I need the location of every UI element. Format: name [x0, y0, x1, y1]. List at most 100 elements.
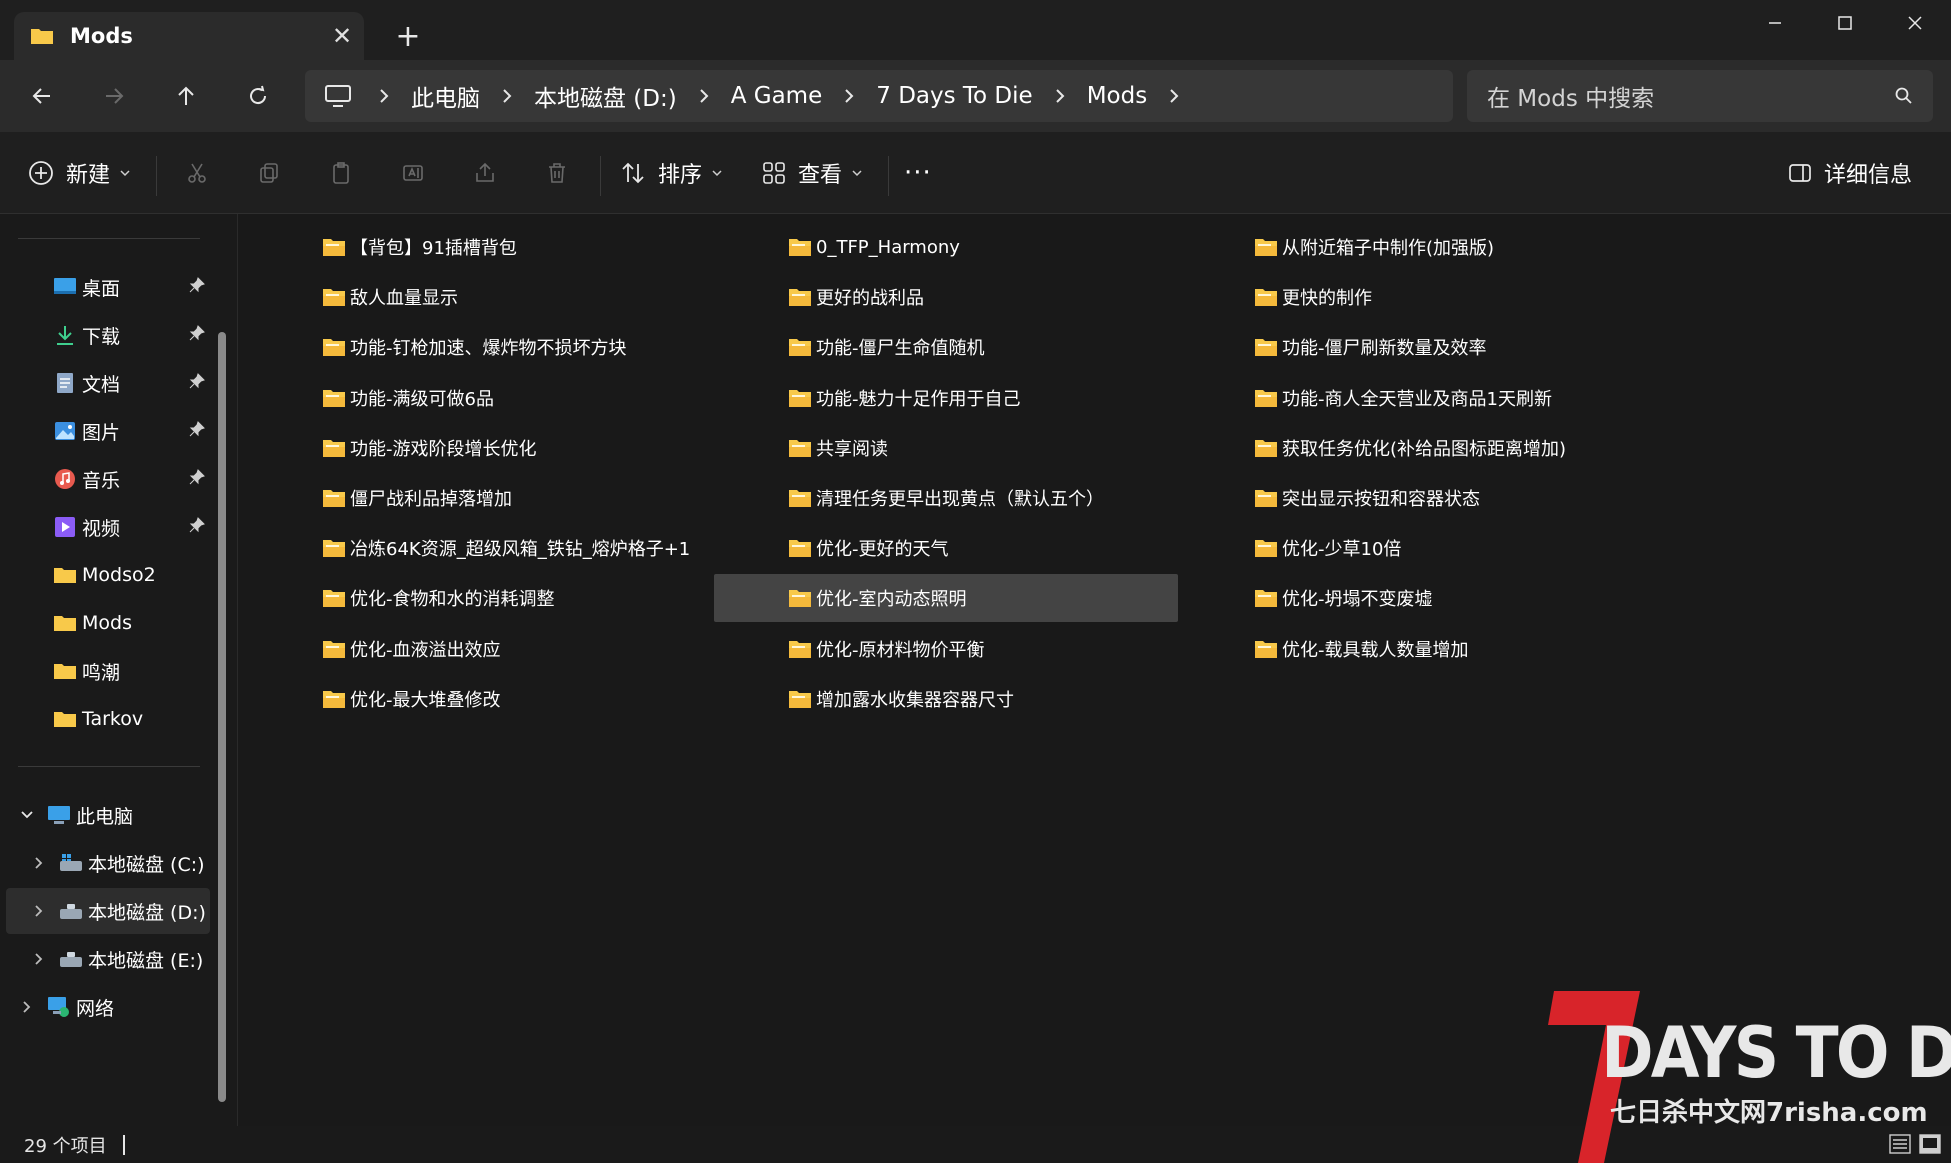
new-tab-button[interactable]: +: [388, 16, 428, 56]
pin-icon[interactable]: [188, 516, 206, 534]
sidebar-item-this-pc[interactable]: 此电脑: [6, 792, 210, 838]
status-bar: 29 个项目: [0, 1126, 1951, 1163]
close-window-button[interactable]: [1880, 0, 1950, 46]
chevron-right-icon[interactable]: [16, 1000, 38, 1014]
sidebar-item-drive-c[interactable]: 本地磁盘 (C:): [6, 840, 210, 886]
rename-button[interactable]: [390, 150, 436, 196]
large-icons-view-icon[interactable]: [1919, 1134, 1941, 1154]
sidebar-item-tarkov[interactable]: Tarkov: [6, 696, 210, 742]
sidebar-item-music[interactable]: 音乐: [6, 456, 210, 502]
sidebar-item-pictures[interactable]: 图片: [6, 408, 210, 454]
pin-icon[interactable]: [188, 324, 206, 342]
breadcrumb-this-pc[interactable]: 此电脑: [397, 79, 494, 113]
breadcrumb-7-days-to-die[interactable]: 7 Days To Die: [862, 83, 1046, 109]
breadcrumb-drive-d[interactable]: 本地磁盘 (D:): [520, 79, 691, 113]
breadcrumb-mods[interactable]: Mods: [1073, 83, 1162, 109]
folder-item[interactable]: 功能-商人全天营业及商品1天刷新: [1180, 374, 1644, 422]
sidebar-item-mingchao[interactable]: 鸣潮: [6, 648, 210, 694]
folder-item[interactable]: 冶炼64K资源_超级风箱_铁钻_熔炉格子+1: [248, 524, 712, 572]
chevron-right-icon[interactable]: [691, 87, 717, 105]
sidebar-item-videos[interactable]: 视频: [6, 504, 210, 550]
more-options-button[interactable]: ···: [904, 150, 932, 196]
address-bar[interactable]: 此电脑 本地磁盘 (D:) A Game 7 Days To Die Mods: [305, 70, 1453, 122]
folder-item[interactable]: 突出显示按钮和容器状态: [1180, 474, 1644, 522]
folder-item[interactable]: 优化-室内动态照明: [714, 574, 1178, 623]
folder-name: 共享阅读: [816, 438, 888, 460]
sidebar-item-drive-e[interactable]: 本地磁盘 (E:): [6, 936, 210, 982]
details-view-icon[interactable]: [1889, 1134, 1911, 1154]
folder-item[interactable]: 优化-更好的天气: [714, 524, 1178, 572]
cut-button[interactable]: [174, 150, 220, 196]
folder-name: 优化-少草10倍: [1282, 539, 1402, 561]
sidebar-item-mods[interactable]: Mods: [6, 600, 210, 646]
folder-item[interactable]: 更快的制作: [1180, 273, 1644, 321]
tab-mods[interactable]: Mods ✕: [14, 12, 364, 60]
folder-item[interactable]: 从附近箱子中制作(加强版): [1180, 223, 1644, 271]
pin-icon[interactable]: [188, 276, 206, 294]
sort-icon: [622, 162, 644, 184]
folder-icon: [323, 690, 345, 708]
folder-item[interactable]: 增加露水收集器容器尺寸: [714, 675, 1178, 723]
paste-button[interactable]: [318, 150, 364, 196]
sidebar-item-desktop[interactable]: 桌面: [6, 264, 210, 310]
folder-item[interactable]: 功能-魅力十足作用于自己: [714, 374, 1178, 422]
chevron-right-icon[interactable]: [28, 904, 50, 918]
folder-item[interactable]: 功能-钉枪加速、爆炸物不损坏方块: [248, 323, 712, 371]
folder-item[interactable]: 功能-僵尸生命值随机: [714, 323, 1178, 371]
folder-item[interactable]: 优化-原材料物价平衡: [714, 625, 1178, 673]
folder-item[interactable]: 共享阅读: [714, 424, 1178, 472]
chevron-right-icon[interactable]: [494, 87, 520, 105]
new-button[interactable]: 新建: [28, 150, 130, 196]
folder-item[interactable]: 优化-坍塌不变废墟: [1180, 574, 1644, 622]
folder-item[interactable]: 优化-载具载人数量增加: [1180, 625, 1644, 673]
folder-item[interactable]: 优化-少草10倍: [1180, 524, 1644, 572]
forward-button[interactable]: [90, 72, 138, 120]
chevron-right-icon[interactable]: [836, 87, 862, 105]
maximize-button[interactable]: [1810, 0, 1880, 46]
sidebar-item-drive-d[interactable]: 本地磁盘 (D:): [6, 888, 210, 934]
sidebar-scrollbar[interactable]: [216, 332, 228, 1102]
sidebar-item-network[interactable]: 网络: [6, 984, 210, 1030]
folder-item[interactable]: 功能-游戏阶段增长优化: [248, 424, 712, 472]
folder-item[interactable]: 敌人血量显示: [248, 273, 712, 321]
folder-item[interactable]: 优化-食物和水的消耗调整: [248, 574, 712, 622]
scrollbar-thumb[interactable]: [218, 332, 226, 1102]
refresh-button[interactable]: [234, 72, 282, 120]
folder-item[interactable]: 获取任务优化(补给品图标距离增加): [1180, 424, 1644, 472]
folder-item[interactable]: 优化-最大堆叠修改: [248, 675, 712, 723]
sidebar-item-modso2[interactable]: Modso2: [6, 552, 210, 598]
minimize-button[interactable]: [1740, 0, 1810, 46]
chevron-right-icon[interactable]: [1161, 87, 1187, 105]
folder-item[interactable]: 0_TFP_Harmony: [714, 223, 1178, 271]
sort-button[interactable]: 排序: [620, 150, 722, 196]
pin-icon[interactable]: [188, 372, 206, 390]
folder-item[interactable]: 更好的战利品: [714, 273, 1178, 321]
delete-button[interactable]: [534, 150, 580, 196]
folder-item[interactable]: 僵尸战利品掉落增加: [248, 474, 712, 522]
sidebar-item-documents[interactable]: 文档: [6, 360, 210, 406]
folder-item[interactable]: 功能-僵尸刷新数量及效率: [1180, 323, 1644, 371]
close-tab-icon[interactable]: ✕: [320, 16, 364, 56]
pin-icon[interactable]: [188, 420, 206, 438]
breadcrumb-a-game[interactable]: A Game: [717, 83, 837, 109]
pin-icon[interactable]: [188, 468, 206, 486]
folder-item[interactable]: 功能-满级可做6品: [248, 374, 712, 422]
chevron-down-icon[interactable]: [16, 810, 38, 820]
copy-button[interactable]: [246, 150, 292, 196]
chevron-right-icon[interactable]: [28, 856, 50, 870]
folder-item[interactable]: 【背包】91插槽背包: [248, 223, 712, 271]
folder-icon: [789, 289, 811, 307]
search-box[interactable]: 在 Mods 中搜索: [1467, 70, 1933, 122]
share-button[interactable]: [462, 150, 508, 196]
folder-item[interactable]: 优化-血液溢出效应: [248, 625, 712, 673]
chevron-right-icon[interactable]: [1047, 87, 1073, 105]
search-input[interactable]: 在 Mods 中搜索: [1487, 79, 1895, 113]
view-button[interactable]: 查看: [762, 150, 862, 196]
back-button[interactable]: [18, 72, 66, 120]
folder-item[interactable]: 清理任务更早出现黄点（默认五个）: [714, 474, 1178, 522]
details-pane-button[interactable]: 详细信息: [1788, 150, 1912, 196]
sidebar-item-downloads[interactable]: 下载: [6, 312, 210, 358]
chevron-right-icon[interactable]: [371, 87, 397, 105]
up-button[interactable]: [162, 72, 210, 120]
chevron-right-icon[interactable]: [28, 952, 50, 966]
